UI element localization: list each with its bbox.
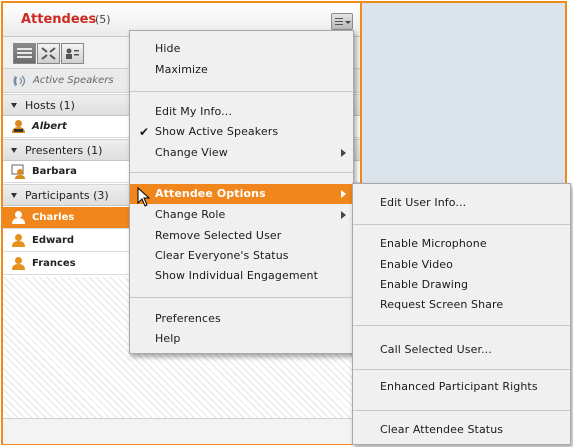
submenu-item-edit-user-info[interactable]: Edit User Info... xyxy=(353,193,570,213)
menu-item-remove-selected-user[interactable]: Remove Selected User xyxy=(130,226,353,246)
pod-options-menu: Hide Maximize Edit My Info... ✔ Show Act… xyxy=(129,30,354,354)
user-name-edward: Edward xyxy=(32,235,75,246)
attendee-options-submenu: Edit User Info... Enable Microphone Enab… xyxy=(352,183,571,445)
menu-separator xyxy=(353,224,570,225)
submenu-item-enable-drawing[interactable]: Enable Drawing xyxy=(353,275,570,295)
menu-separator xyxy=(353,325,570,326)
menu-item-label: Change View xyxy=(155,146,228,159)
menu-separator xyxy=(130,91,353,92)
menu-item-show-active-speakers[interactable]: ✔ Show Active Speakers xyxy=(130,122,353,142)
checkmark-icon: ✔ xyxy=(139,125,150,139)
menu-separator xyxy=(130,172,353,173)
menu-item-change-role[interactable]: Change Role xyxy=(130,205,353,225)
menu-item-edit-my-info[interactable]: Edit My Info... xyxy=(130,102,353,122)
list-view-icon xyxy=(17,48,32,58)
speaker-phone-icon xyxy=(13,75,26,87)
user-list-icon xyxy=(66,48,79,59)
menu-item-clear-everyones-status[interactable]: Clear Everyone's Status xyxy=(130,246,353,266)
section-hosts-label: Hosts (1) xyxy=(25,99,75,112)
menu-item-maximize[interactable]: Maximize xyxy=(130,60,353,80)
menu-item-label: Change Role xyxy=(155,208,226,221)
collapse-triangle-icon xyxy=(11,103,17,108)
submenu-item-enable-microphone[interactable]: Enable Microphone xyxy=(353,234,570,254)
menu-item-help[interactable]: Help xyxy=(130,329,353,349)
active-speakers-label: Active Speakers xyxy=(33,75,114,86)
user-name-barbara: Barbara xyxy=(32,166,77,177)
expand-icon xyxy=(41,47,56,60)
menu-item-attendee-options[interactable]: Attendee Options xyxy=(130,184,353,204)
submenu-item-enable-video[interactable]: Enable Video xyxy=(353,255,570,275)
menu-item-label: Attendee Options xyxy=(155,187,266,200)
menu-item-show-individual-engagement[interactable]: Show Individual Engagement xyxy=(130,266,353,286)
participant-user-icon xyxy=(12,234,25,247)
submenu-item-call-selected-user[interactable]: Call Selected User... xyxy=(353,340,570,360)
user-name-albert: Albert xyxy=(32,121,67,132)
menu-item-change-view[interactable]: Change View xyxy=(130,143,353,163)
pod-options-menu-button[interactable] xyxy=(331,13,353,30)
submenu-item-enhanced-participant-rights[interactable]: Enhanced Participant Rights xyxy=(353,377,570,397)
list-view-button[interactable] xyxy=(13,43,36,64)
participant-user-icon xyxy=(12,211,25,224)
section-participants-label: Participants (3) xyxy=(25,189,109,202)
chevron-down-icon xyxy=(345,21,351,24)
status-view-button[interactable] xyxy=(37,43,60,64)
menu-separator xyxy=(353,410,570,411)
chevron-right-icon xyxy=(341,211,346,219)
participant-user-icon xyxy=(12,257,25,270)
menu-separator xyxy=(353,369,570,370)
pod-footer xyxy=(3,419,360,444)
menu-item-preferences[interactable]: Preferences xyxy=(130,309,353,329)
collapse-triangle-icon xyxy=(11,148,17,153)
collapse-triangle-icon xyxy=(11,193,17,198)
pod-title: Attendees xyxy=(21,12,97,27)
attendee-count: (5) xyxy=(95,13,111,26)
section-presenters-label: Presenters (1) xyxy=(25,144,103,157)
submenu-item-clear-attendee-status[interactable]: Clear Attendee Status xyxy=(353,420,570,440)
menu-item-label: Show Active Speakers xyxy=(155,125,279,138)
user-name-charles: Charles xyxy=(32,212,75,223)
host-user-icon xyxy=(12,120,25,133)
mouse-pointer-icon xyxy=(137,187,151,207)
submenu-item-request-screen-share[interactable]: Request Screen Share xyxy=(353,295,570,315)
chevron-right-icon xyxy=(341,190,346,198)
breakout-view-button[interactable] xyxy=(61,43,84,64)
user-name-frances: Frances xyxy=(32,258,76,269)
menu-lines-icon xyxy=(335,18,343,25)
chevron-right-icon xyxy=(341,149,346,157)
menu-item-hide[interactable]: Hide xyxy=(130,39,353,59)
menu-separator xyxy=(130,297,353,298)
presenter-user-icon xyxy=(11,164,25,179)
